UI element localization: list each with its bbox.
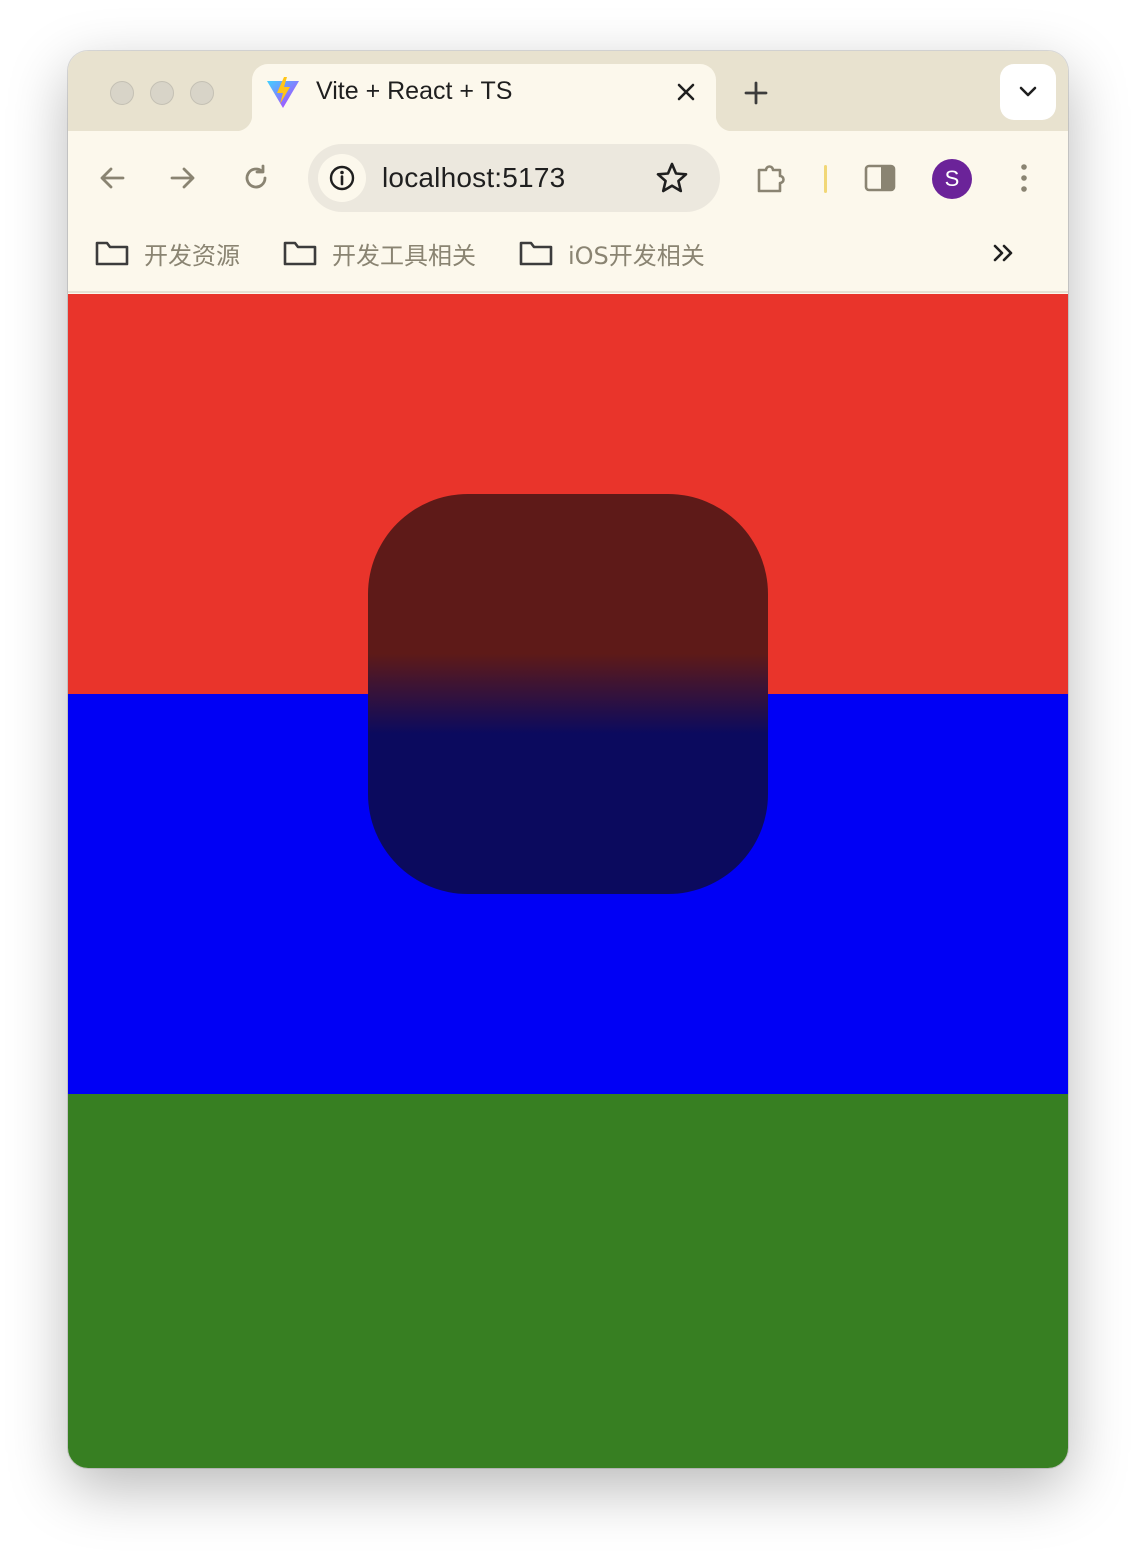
side-panel-button[interactable] bbox=[860, 158, 900, 198]
folder-icon bbox=[283, 241, 317, 266]
tab-search-button[interactable] bbox=[1000, 64, 1056, 120]
site-info-button[interactable] bbox=[318, 154, 366, 202]
reload-icon bbox=[245, 164, 267, 189]
green-band bbox=[68, 1094, 1068, 1468]
tab-strip: Vite + React + TS bbox=[68, 51, 1068, 131]
folder-icon bbox=[519, 241, 553, 266]
bookmarks-overflow-button[interactable] bbox=[984, 235, 1024, 271]
bookmark-star-button[interactable] bbox=[652, 158, 692, 198]
toolbar: localhost:5173 S bbox=[68, 131, 1068, 225]
vite-logo-icon bbox=[267, 77, 299, 108]
close-icon bbox=[677, 83, 695, 101]
bookmark-label: iOS开发相关 bbox=[568, 241, 705, 270]
browser-window: Vite + React + TS localhost:5173 S 开发资源 … bbox=[68, 51, 1068, 1468]
new-tab-button[interactable] bbox=[736, 73, 776, 113]
back-button[interactable] bbox=[92, 158, 132, 198]
double-chevron-right-icon bbox=[993, 244, 1013, 262]
url-text[interactable]: localhost:5173 bbox=[382, 162, 565, 194]
arrow-right-icon bbox=[170, 167, 195, 189]
bookmark-folder-1[interactable]: 开发资源 bbox=[94, 235, 240, 271]
toolbar-divider bbox=[824, 165, 827, 193]
star-icon bbox=[656, 162, 688, 193]
folder-icon bbox=[95, 241, 129, 266]
extensions-button[interactable] bbox=[752, 158, 792, 198]
profile-avatar[interactable]: S bbox=[932, 159, 972, 199]
window-minimize-button[interactable] bbox=[150, 81, 174, 105]
forward-button[interactable] bbox=[163, 158, 203, 198]
puzzle-icon bbox=[757, 165, 785, 193]
bookmark-folder-3[interactable]: iOS开发相关 bbox=[518, 235, 705, 271]
tab-close-button[interactable] bbox=[668, 74, 704, 110]
tab-title: Vite + React + TS bbox=[316, 77, 513, 105]
window-zoom-button[interactable] bbox=[190, 81, 214, 105]
page-content bbox=[68, 294, 1068, 1468]
plus-icon bbox=[744, 81, 768, 105]
bookmark-label: 开发工具相关 bbox=[332, 241, 476, 270]
chevron-down-icon bbox=[1019, 86, 1037, 97]
reload-button[interactable] bbox=[236, 158, 276, 198]
bookmark-folder-2[interactable]: 开发工具相关 bbox=[282, 235, 476, 271]
bookmarks-bar: 开发资源 开发工具相关 iOS开发相关 bbox=[68, 225, 1068, 293]
arrow-left-icon bbox=[100, 167, 125, 189]
bookmark-label: 开发资源 bbox=[144, 241, 240, 270]
side-panel-icon bbox=[864, 164, 896, 192]
menu-button[interactable] bbox=[1004, 158, 1044, 198]
address-bar[interactable]: localhost:5173 bbox=[308, 144, 720, 212]
info-icon bbox=[329, 165, 355, 191]
window-close-button[interactable] bbox=[110, 81, 134, 105]
gradient-rounded-box bbox=[368, 494, 768, 894]
active-tab[interactable]: Vite + React + TS bbox=[236, 64, 732, 131]
more-vertical-icon bbox=[1021, 164, 1027, 192]
